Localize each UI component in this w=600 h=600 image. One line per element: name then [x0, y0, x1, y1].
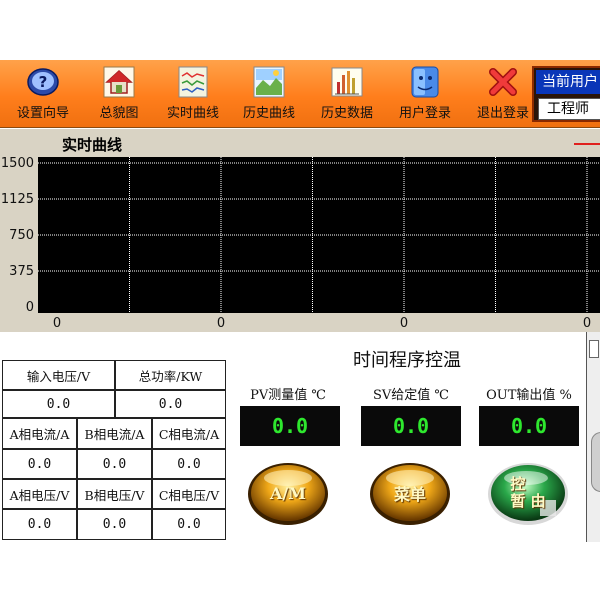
bar-chart-icon	[331, 67, 363, 97]
legend-red-line	[574, 143, 600, 145]
x-tick-label: 0	[583, 316, 591, 331]
x-tick-label: 0	[400, 316, 408, 331]
chart-title: 实时曲线	[62, 136, 123, 154]
history-curve-icon	[253, 66, 285, 98]
toolbar-setup-wizard-button[interactable]: ? 设置向导	[4, 64, 82, 124]
b-phase-voltage-header: B相电压/V	[77, 479, 152, 509]
b-phase-current-value: 0.0	[77, 449, 152, 479]
input-voltage-value: 0.0	[2, 390, 115, 418]
y-tick-label: 1125	[1, 192, 34, 207]
toolbar-setup-wizard-label: 设置向导	[16, 106, 69, 121]
b-phase-voltage-value: 0.0	[77, 509, 152, 540]
toolbar-user-login-button[interactable]: 用户登录	[386, 64, 464, 124]
toolbar-history-data-button[interactable]: 历史数据	[308, 64, 386, 124]
svg-text:?: ?	[39, 73, 48, 91]
menu-button-label: 菜单	[393, 485, 426, 504]
toolbar-history-curve-label: 历史曲线	[242, 106, 295, 121]
c-phase-voltage-header: C相电压/V	[152, 479, 226, 509]
toolbar-overview-button[interactable]: 总貌图	[80, 64, 158, 124]
c-phase-current-header: C相电流/A	[152, 418, 226, 449]
total-power-header: 总功率/KW	[115, 360, 226, 390]
am-button[interactable]: A/M	[246, 460, 330, 526]
realtime-curve-icon	[178, 66, 208, 98]
am-button-label: A/M	[270, 483, 306, 503]
toolbar-history-data-label: 历史数据	[320, 106, 373, 121]
control-pause-button-label: 控 暂 由	[510, 475, 546, 510]
c-phase-current-value: 0.0	[152, 449, 226, 479]
toolbar-realtime-curve-button[interactable]: 实时曲线	[154, 64, 232, 124]
temperature-controller-panel: 时间程序控温 PV测量值 ℃ SV给定值 ℃ OUT输出值 % 0.0 0.0 …	[228, 332, 586, 542]
menu-button[interactable]: 菜单	[368, 460, 452, 526]
control-pause-button[interactable]: 控 暂 由	[486, 460, 570, 526]
current-user-title: 当前用户	[536, 70, 600, 94]
b-phase-current-header: B相电流/A	[77, 418, 152, 449]
toolbar-user-login-label: 用户登录	[398, 106, 451, 121]
a-phase-voltage-header: A相电压/V	[2, 479, 77, 509]
x-tick-label: 0	[217, 316, 225, 331]
sv-label: SV给定值 ℃	[373, 388, 449, 403]
a-phase-voltage-value: 0.0	[2, 509, 77, 540]
side-knob-icon	[591, 432, 600, 492]
total-power-value: 0.0	[115, 390, 226, 418]
toolbar-realtime-curve-label: 实时曲线	[166, 106, 219, 121]
toolbar-history-curve-button[interactable]: 历史曲线	[230, 64, 308, 124]
y-tick-label: 375	[9, 264, 34, 279]
x-tick-label: 0	[53, 316, 61, 331]
toolbar: ? 设置向导 总貌图 实时曲线 历史曲线 历史数据 用户登录 退出登录 当前用户…	[0, 60, 600, 128]
input-voltage-header: 输入电压/V	[2, 360, 115, 390]
sv-display: 0.0	[361, 406, 461, 446]
controller-title: 时间程序控温	[353, 350, 461, 371]
house-icon	[103, 66, 135, 98]
current-user-value: 工程师	[538, 98, 600, 120]
side-button[interactable]	[589, 340, 599, 358]
toolbar-logout-button[interactable]: 退出登录	[464, 64, 542, 124]
close-x-icon	[489, 68, 517, 96]
out-label: OUT输出值 %	[486, 388, 572, 403]
right-side-panel	[586, 332, 600, 542]
realtime-chart: 1500 1125 750 375 0 0 0 0 0	[1, 156, 600, 331]
a-phase-current-value: 0.0	[2, 449, 77, 479]
y-tick-label: 750	[9, 228, 34, 243]
a-phase-current-header: A相电流/A	[2, 418, 77, 449]
out-display: 0.0	[479, 406, 579, 446]
y-tick-label: 0	[26, 300, 34, 315]
electrical-data-table: 输入电压/V 总功率/KW 0.0 0.0 A相电流/A B相电流/A C相电流…	[0, 332, 228, 542]
c-phase-voltage-value: 0.0	[152, 509, 226, 540]
user-login-icon	[411, 66, 439, 98]
pv-label: PV测量值 ℃	[250, 388, 326, 403]
current-user-panel: 当前用户 工程师	[532, 66, 600, 122]
help-wizard-icon: ?	[27, 68, 59, 96]
realtime-chart-panel: 1500 1125 750 375 0 0 0 0 0 实时曲线	[0, 129, 600, 332]
pv-display: 0.0	[240, 406, 340, 446]
y-tick-label: 1500	[1, 156, 34, 171]
